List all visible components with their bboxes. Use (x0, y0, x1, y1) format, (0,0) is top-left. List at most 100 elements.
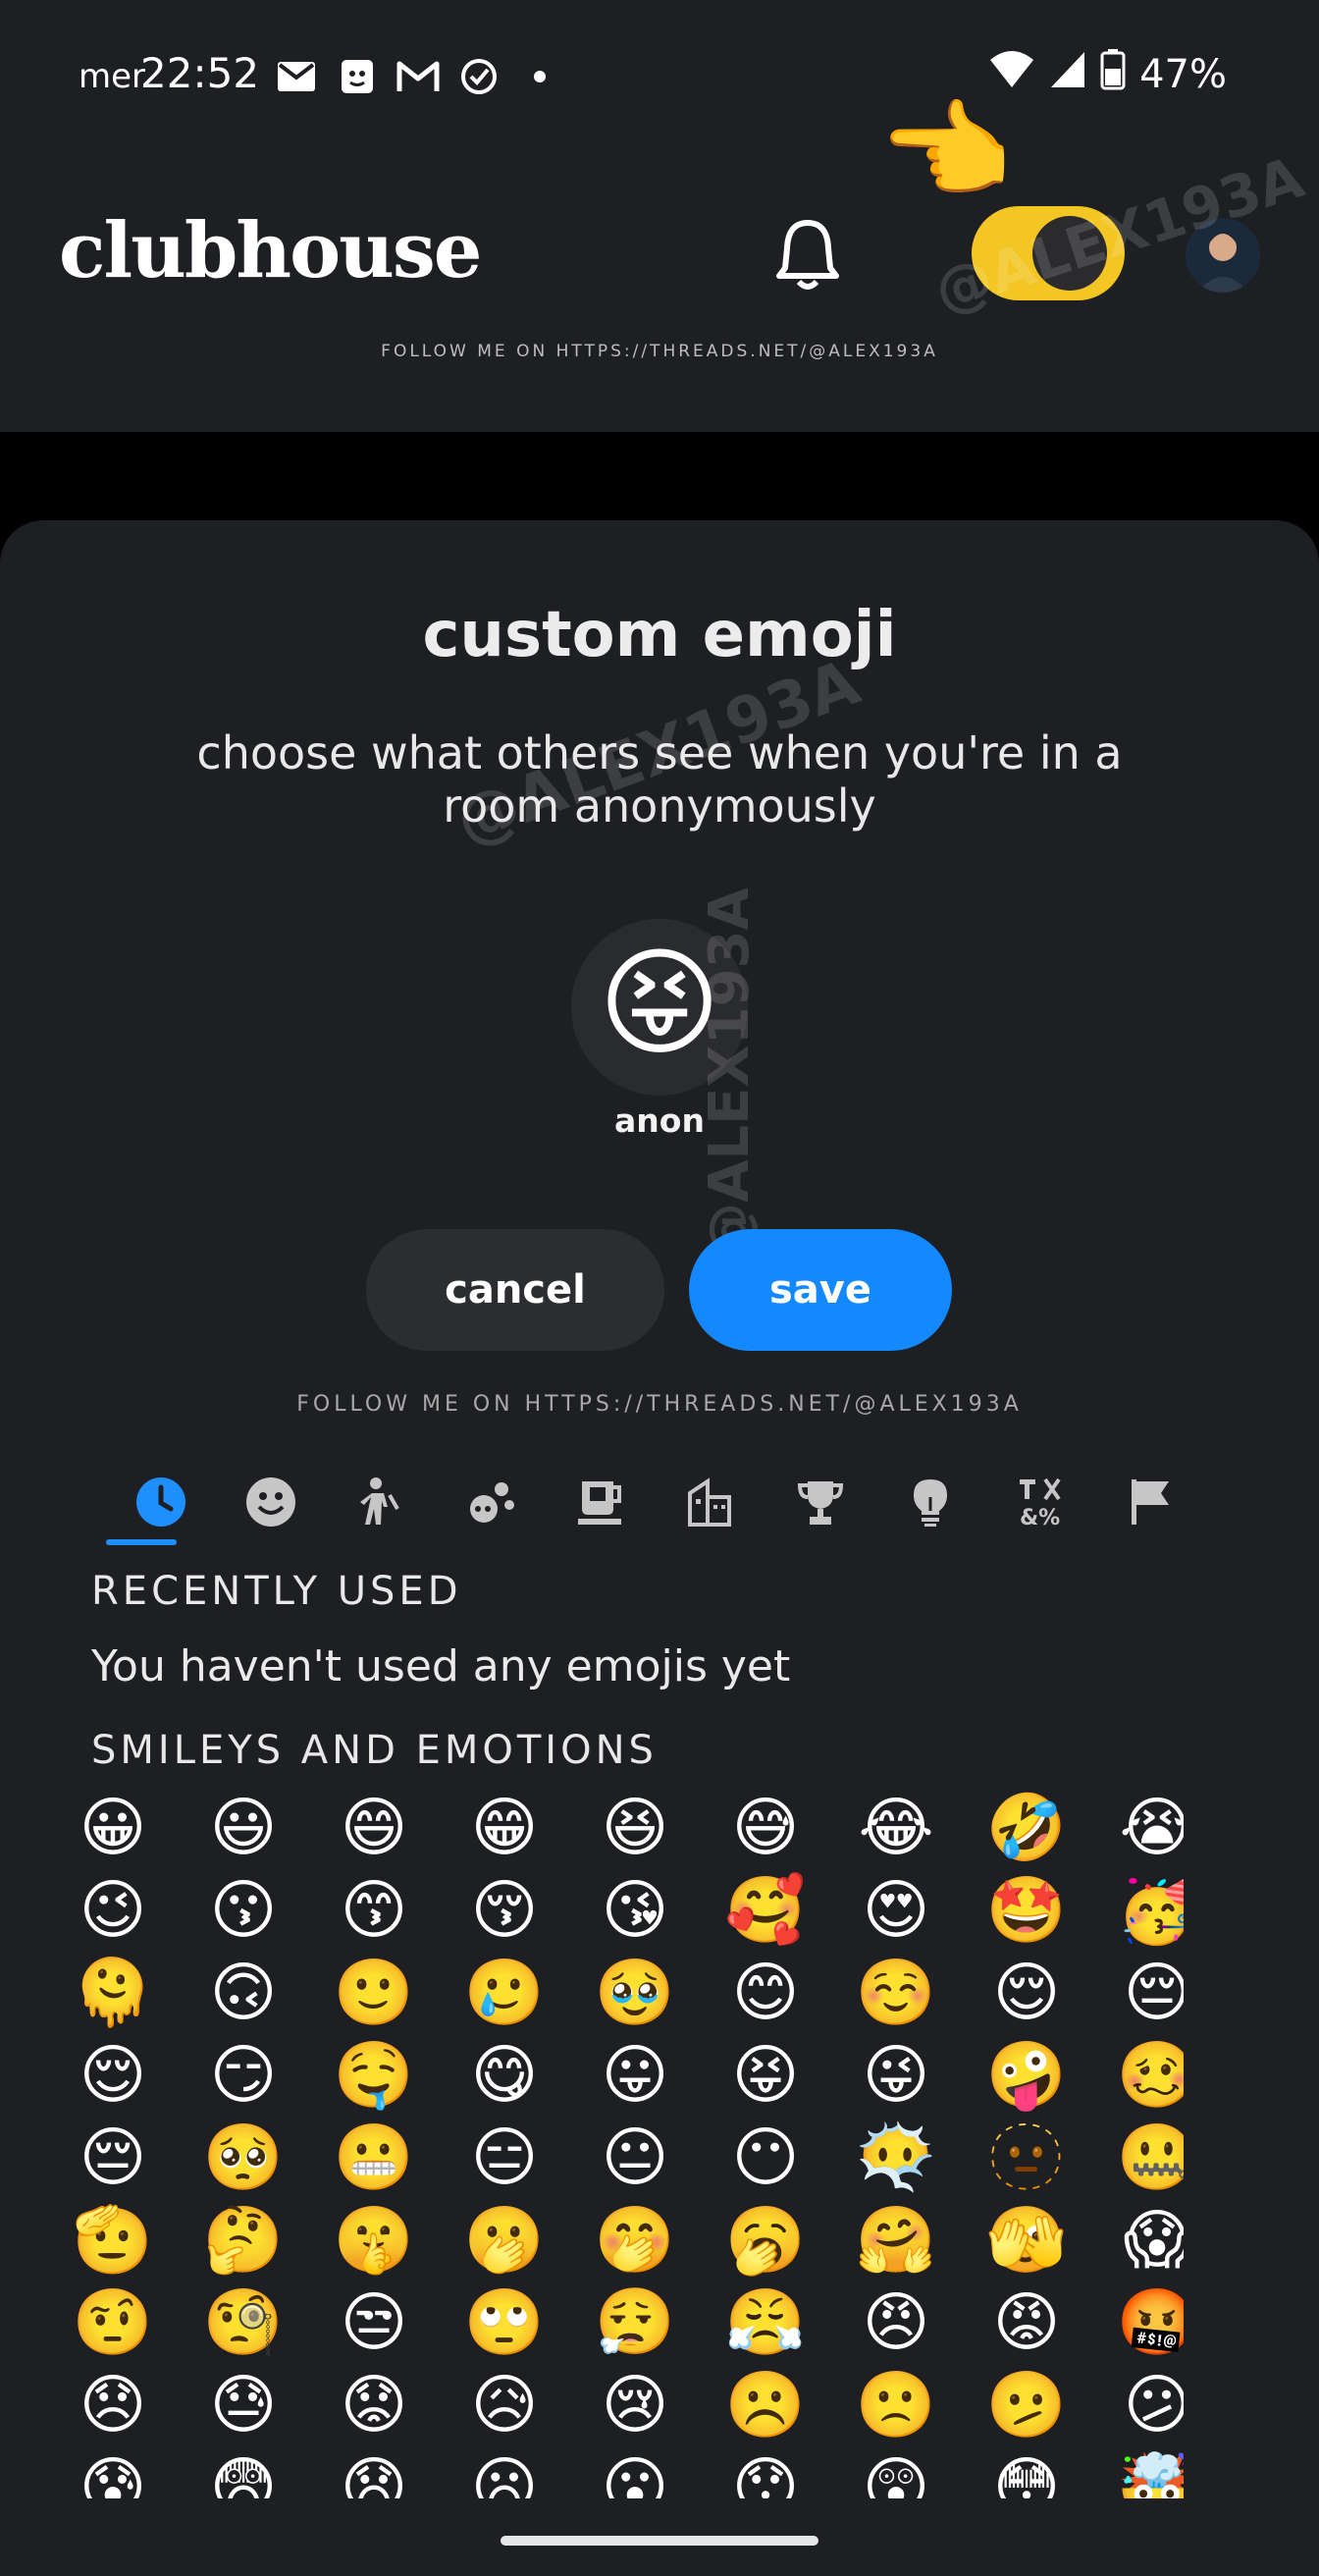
emoji-option[interactable]: 😛 (587, 2034, 683, 2117)
emoji-option[interactable]: 😡 (978, 2281, 1075, 2364)
emoji-option[interactable]: 😭 (1109, 1787, 1184, 1869)
emoji-option[interactable]: 😌 (65, 2034, 161, 2117)
emoji-option[interactable]: 🥲 (456, 1952, 553, 2034)
emoji-option[interactable]: 😓 (195, 2364, 291, 2446)
emoji-option[interactable]: 😁 (456, 1787, 553, 1869)
emoji-option[interactable]: 🥺 (195, 2117, 291, 2199)
emoji-option[interactable]: 😍 (848, 1869, 944, 1952)
emoji-option[interactable]: 😤 (717, 2281, 814, 2364)
tab-objects[interactable] (875, 1461, 985, 1543)
notifications-bell-icon[interactable] (764, 211, 852, 299)
emoji-option[interactable]: 🤣 (978, 1787, 1075, 1869)
emoji-option[interactable]: 🤨 (65, 2281, 161, 2364)
emoji-option[interactable]: 😬 (326, 2117, 422, 2199)
emoji-option[interactable]: 😘 (587, 1869, 683, 1952)
anonymous-mode-toggle[interactable] (972, 206, 1125, 300)
emoji-option[interactable]: 😯 (717, 2446, 814, 2498)
emoji-option[interactable]: 😙 (326, 1869, 422, 1952)
gmail-icon (395, 55, 442, 98)
emoji-option[interactable]: 🤐 (1109, 2117, 1184, 2199)
cancel-button[interactable]: cancel (366, 1229, 664, 1351)
emoji-option[interactable]: 😔 (65, 2117, 161, 2199)
emoji-option[interactable]: 🤭 (587, 2199, 683, 2281)
emoji-option[interactable]: 😀 (65, 1787, 161, 1869)
emoji-option[interactable]: 😟 (326, 2364, 422, 2446)
tab-activities[interactable] (765, 1461, 875, 1543)
tab-travel-places[interactable] (656, 1461, 765, 1543)
emoji-option[interactable]: 😃 (195, 1787, 291, 1869)
emoji-option[interactable]: 😕 (1109, 2364, 1184, 2446)
status-time: 22:52 (140, 49, 260, 97)
emoji-option[interactable]: 😗 (195, 1869, 291, 1952)
emoji-option[interactable]: 🙂 (326, 1952, 422, 2034)
emoji-option[interactable]: 🫢 (456, 2199, 553, 2281)
save-button[interactable]: save (689, 1229, 952, 1351)
battery-percent: 47% (1139, 52, 1227, 97)
emoji-option[interactable]: 🫡 (65, 2199, 161, 2281)
emoji-option[interactable]: 🧐 (195, 2281, 291, 2364)
emoji-option[interactable]: 😲 (848, 2446, 944, 2498)
emoji-option[interactable]: 🤪 (978, 2034, 1075, 2117)
emoji-option[interactable]: 😨 (195, 2446, 291, 2498)
emoji-option[interactable]: ☺️ (848, 1952, 944, 2034)
tab-symbols[interactable]: &% (985, 1461, 1095, 1543)
emoji-option[interactable]: 🥹 (587, 1952, 683, 2034)
emoji-option[interactable]: 🤗 (848, 2199, 944, 2281)
emoji-option[interactable]: 😄 (326, 1787, 422, 1869)
emoji-option[interactable]: 😊 (717, 1952, 814, 2034)
emoji-option[interactable]: 😶‍🌫️ (848, 2117, 944, 2199)
emoji-option[interactable]: 🤩 (978, 1869, 1075, 1952)
emoji-option[interactable]: 😋 (456, 2034, 553, 2117)
emoji-option[interactable]: 😠 (848, 2281, 944, 2364)
emoji-option[interactable]: 😝 (717, 2034, 814, 2117)
emoji-option[interactable]: 😦 (456, 2446, 553, 2498)
tab-people[interactable] (326, 1461, 436, 1543)
avatar[interactable] (1186, 218, 1260, 293)
emoji-option[interactable]: 😮‍💨 (587, 2281, 683, 2364)
emoji-option[interactable]: 😧 (326, 2446, 422, 2498)
emoji-option[interactable]: 😜 (848, 2034, 944, 2117)
emoji-option[interactable]: 😮 (587, 2446, 683, 2498)
emoji-option[interactable]: 😥 (456, 2364, 553, 2446)
tab-animals-nature[interactable] (436, 1461, 546, 1543)
emoji-option[interactable]: 😆 (587, 1787, 683, 1869)
emoji-option[interactable]: 😉 (65, 1869, 161, 1952)
home-indicator[interactable] (501, 2536, 818, 2546)
emoji-option[interactable]: 😚 (456, 1869, 553, 1952)
emoji-option[interactable]: 😳 (978, 2446, 1075, 2498)
emoji-option[interactable]: 🫤 (978, 2364, 1075, 2446)
emoji-option[interactable]: 🥱 (717, 2199, 814, 2281)
emoji-option[interactable]: 😂 (848, 1787, 944, 1869)
tab-smileys[interactable] (216, 1461, 326, 1543)
emoji-option[interactable]: 🙃 (195, 1952, 291, 2034)
emoji-option[interactable]: 😒 (326, 2281, 422, 2364)
tab-flags[interactable] (1095, 1461, 1205, 1543)
emoji-option[interactable]: 😌 (978, 1952, 1075, 2034)
emoji-option[interactable]: 🥴 (1109, 2034, 1184, 2117)
emoji-option[interactable]: 🫣 (978, 2199, 1075, 2281)
emoji-option[interactable]: 🙁 (848, 2364, 944, 2446)
emoji-option[interactable]: 😑 (456, 2117, 553, 2199)
emoji-option[interactable]: 🤫 (326, 2199, 422, 2281)
emoji-option[interactable]: 😅 (717, 1787, 814, 1869)
emoji-option[interactable]: 🥰 (717, 1869, 814, 1952)
emoji-option[interactable]: 🤔 (195, 2199, 291, 2281)
emoji-option[interactable]: 🤤 (326, 2034, 422, 2117)
emoji-option[interactable]: 😶 (717, 2117, 814, 2199)
emoji-option[interactable]: 😱 (1109, 2199, 1184, 2281)
emoji-option[interactable]: ☹️ (717, 2364, 814, 2446)
emoji-option[interactable]: 🫥 (978, 2117, 1075, 2199)
tab-food-drink[interactable] (546, 1461, 656, 1543)
emoji-option[interactable]: 😞 (65, 2364, 161, 2446)
emoji-option[interactable]: 🤯 (1109, 2446, 1184, 2498)
emoji-option[interactable]: 😐 (587, 2117, 683, 2199)
emoji-option[interactable]: 😢 (587, 2364, 683, 2446)
emoji-option[interactable]: 🫠 (65, 1952, 161, 2034)
emoji-option[interactable]: 😏 (195, 2034, 291, 2117)
emoji-option[interactable]: 🤬 (1109, 2281, 1184, 2364)
emoji-option[interactable]: 🥳 (1109, 1869, 1184, 1952)
emoji-option[interactable]: 😔 (1109, 1952, 1184, 2034)
emoji-option[interactable]: 🙄 (456, 2281, 553, 2364)
emoji-option[interactable]: 😰 (65, 2446, 161, 2498)
tab-recent[interactable] (106, 1461, 216, 1545)
